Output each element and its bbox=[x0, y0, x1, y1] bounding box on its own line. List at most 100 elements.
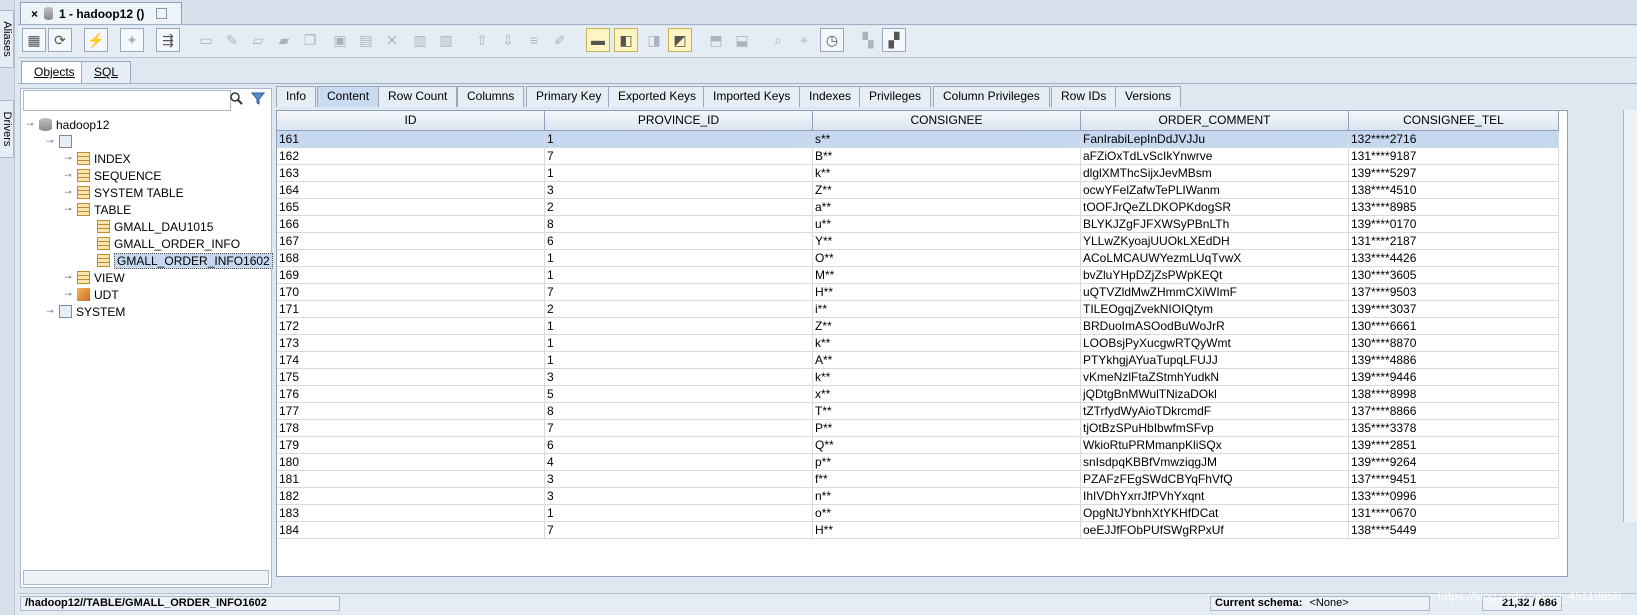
tree-node-schema[interactable]: ⊸ bbox=[45, 133, 76, 150]
tab-privileges[interactable]: Privileges bbox=[859, 86, 932, 107]
table-row[interactable]: 176 5 x** jQDtgBnMWulTNizaDOkl 138****8998 bbox=[277, 386, 1559, 403]
restore-window-icon[interactable] bbox=[156, 8, 168, 19]
cell-province-id[interactable]: 1 bbox=[545, 131, 813, 148]
cell-consignee-tel[interactable]: 138****8998 bbox=[1349, 386, 1559, 403]
tree-node-table-item-selected[interactable]: GMALL_ORDER_INFO1602 bbox=[97, 252, 273, 269]
table-row[interactable]: 178 7 P** tjOtBzSPuHbIbwfmSFvp 135****3378 bbox=[277, 420, 1559, 437]
refresh-icon[interactable]: ⟳ bbox=[48, 28, 72, 52]
cell-order-comment[interactable]: BLYKJZgFJFXWSyPBnLTh bbox=[1081, 216, 1349, 233]
tab-exported-keys[interactable]: Exported Keys bbox=[608, 86, 707, 107]
cell-consignee-tel[interactable]: 137****8866 bbox=[1349, 403, 1559, 420]
cell-consignee[interactable]: o** bbox=[813, 505, 1081, 522]
tree-node-udt[interactable]: ⊸ UDT bbox=[63, 286, 118, 303]
table-row[interactable]: 174 1 A** PTYkhgjAYuaTupqLFUJJ 139****4886 bbox=[277, 352, 1559, 369]
cell-consignee[interactable]: f** bbox=[813, 471, 1081, 488]
table-row[interactable]: 164 3 Z** ocwYFelZafwTePLIWanm 138****4510 bbox=[277, 182, 1559, 199]
cell-order-comment[interactable]: OpgNtJYbnhXtYKHfDCat bbox=[1081, 505, 1349, 522]
cell-id[interactable]: 174 bbox=[277, 352, 545, 369]
find-replace-icon[interactable]: ⌖ bbox=[792, 28, 816, 52]
cell-order-comment[interactable]: aFZiOxTdLvScIkYnwrve bbox=[1081, 148, 1349, 165]
expand-icon[interactable]: ⊸ bbox=[63, 289, 73, 300]
cell-consignee[interactable]: n** bbox=[813, 488, 1081, 505]
cell-order-comment[interactable]: IhIVDhYxrrJfPVhYxqnt bbox=[1081, 488, 1349, 505]
cell-consignee-tel[interactable]: 139****5297 bbox=[1349, 165, 1559, 182]
print-icon[interactable]: ▥ bbox=[408, 28, 432, 52]
cell-consignee-tel[interactable]: 131****2187 bbox=[1349, 233, 1559, 250]
cell-order-comment[interactable]: WkioRtuPRMmanpKliSQx bbox=[1081, 437, 1349, 454]
cell-id[interactable]: 170 bbox=[277, 284, 545, 301]
format-icon[interactable]: ▞ bbox=[882, 28, 906, 52]
column-header-id[interactable]: ID bbox=[277, 111, 545, 131]
cell-order-comment[interactable]: tjOtBzSPuHbIbwfmSFvp bbox=[1081, 420, 1349, 437]
tab-row-count[interactable]: Row Count bbox=[378, 86, 458, 107]
cell-id[interactable]: 167 bbox=[277, 233, 545, 250]
cell-id[interactable]: 177 bbox=[277, 403, 545, 420]
cell-province-id[interactable]: 7 bbox=[545, 420, 813, 437]
schedule-icon[interactable]: ◷ bbox=[820, 28, 844, 52]
cell-consignee-tel[interactable]: 139****9446 bbox=[1349, 369, 1559, 386]
table-row[interactable]: 175 3 k** vKmeNzlFtaZStmhYudkN 139****9446 bbox=[277, 369, 1559, 386]
cell-consignee[interactable]: Z** bbox=[813, 182, 1081, 199]
table-row[interactable]: 171 2 i** TILEOgqjZvekNIOIQtym 139****3037 bbox=[277, 301, 1559, 318]
list-icon[interactable]: ≡ bbox=[522, 28, 546, 52]
cell-province-id[interactable]: 3 bbox=[545, 369, 813, 386]
tab-objects[interactable]: Objects bbox=[21, 61, 88, 83]
cell-id[interactable]: 171 bbox=[277, 301, 545, 318]
collapse-icon[interactable]: ⊸ bbox=[63, 204, 73, 215]
cell-province-id[interactable]: 5 bbox=[545, 386, 813, 403]
tree-node-table-item[interactable]: GMALL_DAU1015 bbox=[97, 218, 213, 235]
cell-order-comment[interactable]: oeEJJfFObPUfSWgRPxUf bbox=[1081, 522, 1349, 539]
tab-column-privileges[interactable]: Column Privileges bbox=[933, 86, 1050, 107]
cell-id[interactable]: 182 bbox=[277, 488, 545, 505]
tree-node-system[interactable]: ⊸ SYSTEM bbox=[45, 303, 125, 320]
run-icon[interactable]: ⚡ bbox=[84, 28, 108, 52]
cell-consignee[interactable]: Y** bbox=[813, 233, 1081, 250]
save-as-icon[interactable]: ▤ bbox=[354, 28, 378, 52]
tree-node-table[interactable]: ⊸ TABLE bbox=[63, 201, 131, 218]
new-file-icon[interactable]: ▭ bbox=[194, 28, 218, 52]
open-folder-icon[interactable]: ▱ bbox=[246, 28, 270, 52]
cell-consignee-tel[interactable]: 138****4510 bbox=[1349, 182, 1559, 199]
column-header-province-id[interactable]: PROVINCE_ID bbox=[545, 111, 813, 131]
execute-icon[interactable]: ⇶ bbox=[156, 28, 180, 52]
tab-info[interactable]: Info bbox=[276, 86, 317, 107]
cell-province-id[interactable]: 3 bbox=[545, 471, 813, 488]
cell-order-comment[interactable]: bvZluYHpDZjZsPWpKEQt bbox=[1081, 267, 1349, 284]
cell-consignee-tel[interactable]: 133****8985 bbox=[1349, 199, 1559, 216]
table-row[interactable]: 180 4 p** snIsdpqKBBfVmwziqgJM 139****9264 bbox=[277, 454, 1559, 471]
filter-icon[interactable] bbox=[248, 90, 267, 107]
tab-primary-key[interactable]: Primary Key bbox=[526, 86, 612, 107]
cell-order-comment[interactable]: snIsdpqKBBfVmwziqgJM bbox=[1081, 454, 1349, 471]
column-header-consignee[interactable]: CONSIGNEE bbox=[813, 111, 1081, 131]
save-icon[interactable]: ▣ bbox=[328, 28, 352, 52]
cell-consignee-tel[interactable]: 138****5449 bbox=[1349, 522, 1559, 539]
cell-order-comment[interactable]: FanIrabiLepInDdJVJJu bbox=[1081, 131, 1349, 148]
table-row[interactable]: 172 1 Z** BRDuoImASOodBuWoJrR 130****6661 bbox=[277, 318, 1559, 335]
cell-id[interactable]: 168 bbox=[277, 250, 545, 267]
edit-icon[interactable]: ✎ bbox=[220, 28, 244, 52]
cell-province-id[interactable]: 2 bbox=[545, 301, 813, 318]
cell-consignee-tel[interactable]: 139****0170 bbox=[1349, 216, 1559, 233]
cell-consignee-tel[interactable]: 133****0996 bbox=[1349, 488, 1559, 505]
cell-order-comment[interactable]: YLLwZKyoajUUOkLXEdDH bbox=[1081, 233, 1349, 250]
tab-columns[interactable]: Columns bbox=[457, 86, 525, 107]
table-row[interactable]: 162 7 B** aFZiOxTdLvScIkYnwrve 131****9187 bbox=[277, 148, 1559, 165]
cell-consignee[interactable]: H** bbox=[813, 522, 1081, 539]
table-row[interactable]: 161 1 s** FanIrabiLepInDdJVJJu 132****2716 bbox=[277, 131, 1559, 148]
cell-consignee[interactable]: k** bbox=[813, 165, 1081, 182]
aliases-side-tab[interactable]: Aliases bbox=[0, 10, 14, 68]
cell-order-comment[interactable]: uQTVZldMwZHmmCXiWImF bbox=[1081, 284, 1349, 301]
clear-icon[interactable]: ✐ bbox=[548, 28, 572, 52]
table-row[interactable]: 166 8 u** BLYKJZgFJFXWSyPBnLTh 139****0170 bbox=[277, 216, 1559, 233]
cell-id[interactable]: 178 bbox=[277, 420, 545, 437]
cell-order-comment[interactable]: ocwYFelZafwTePLIWanm bbox=[1081, 182, 1349, 199]
cell-consignee[interactable]: M** bbox=[813, 267, 1081, 284]
session-tab[interactable]: × 1 - hadoop12 () bbox=[20, 2, 182, 24]
table-row[interactable]: 181 3 f** PZAFzFEgSWdCBYqFhVfQ 137****9451 bbox=[277, 471, 1559, 488]
cell-id[interactable]: 181 bbox=[277, 471, 545, 488]
cell-province-id[interactable]: 1 bbox=[545, 318, 813, 335]
cell-order-comment[interactable]: TILEOgqjZvekNIOIQtym bbox=[1081, 301, 1349, 318]
cell-consignee[interactable]: s** bbox=[813, 131, 1081, 148]
search-icon[interactable] bbox=[227, 90, 246, 107]
cell-consignee[interactable]: P** bbox=[813, 420, 1081, 437]
